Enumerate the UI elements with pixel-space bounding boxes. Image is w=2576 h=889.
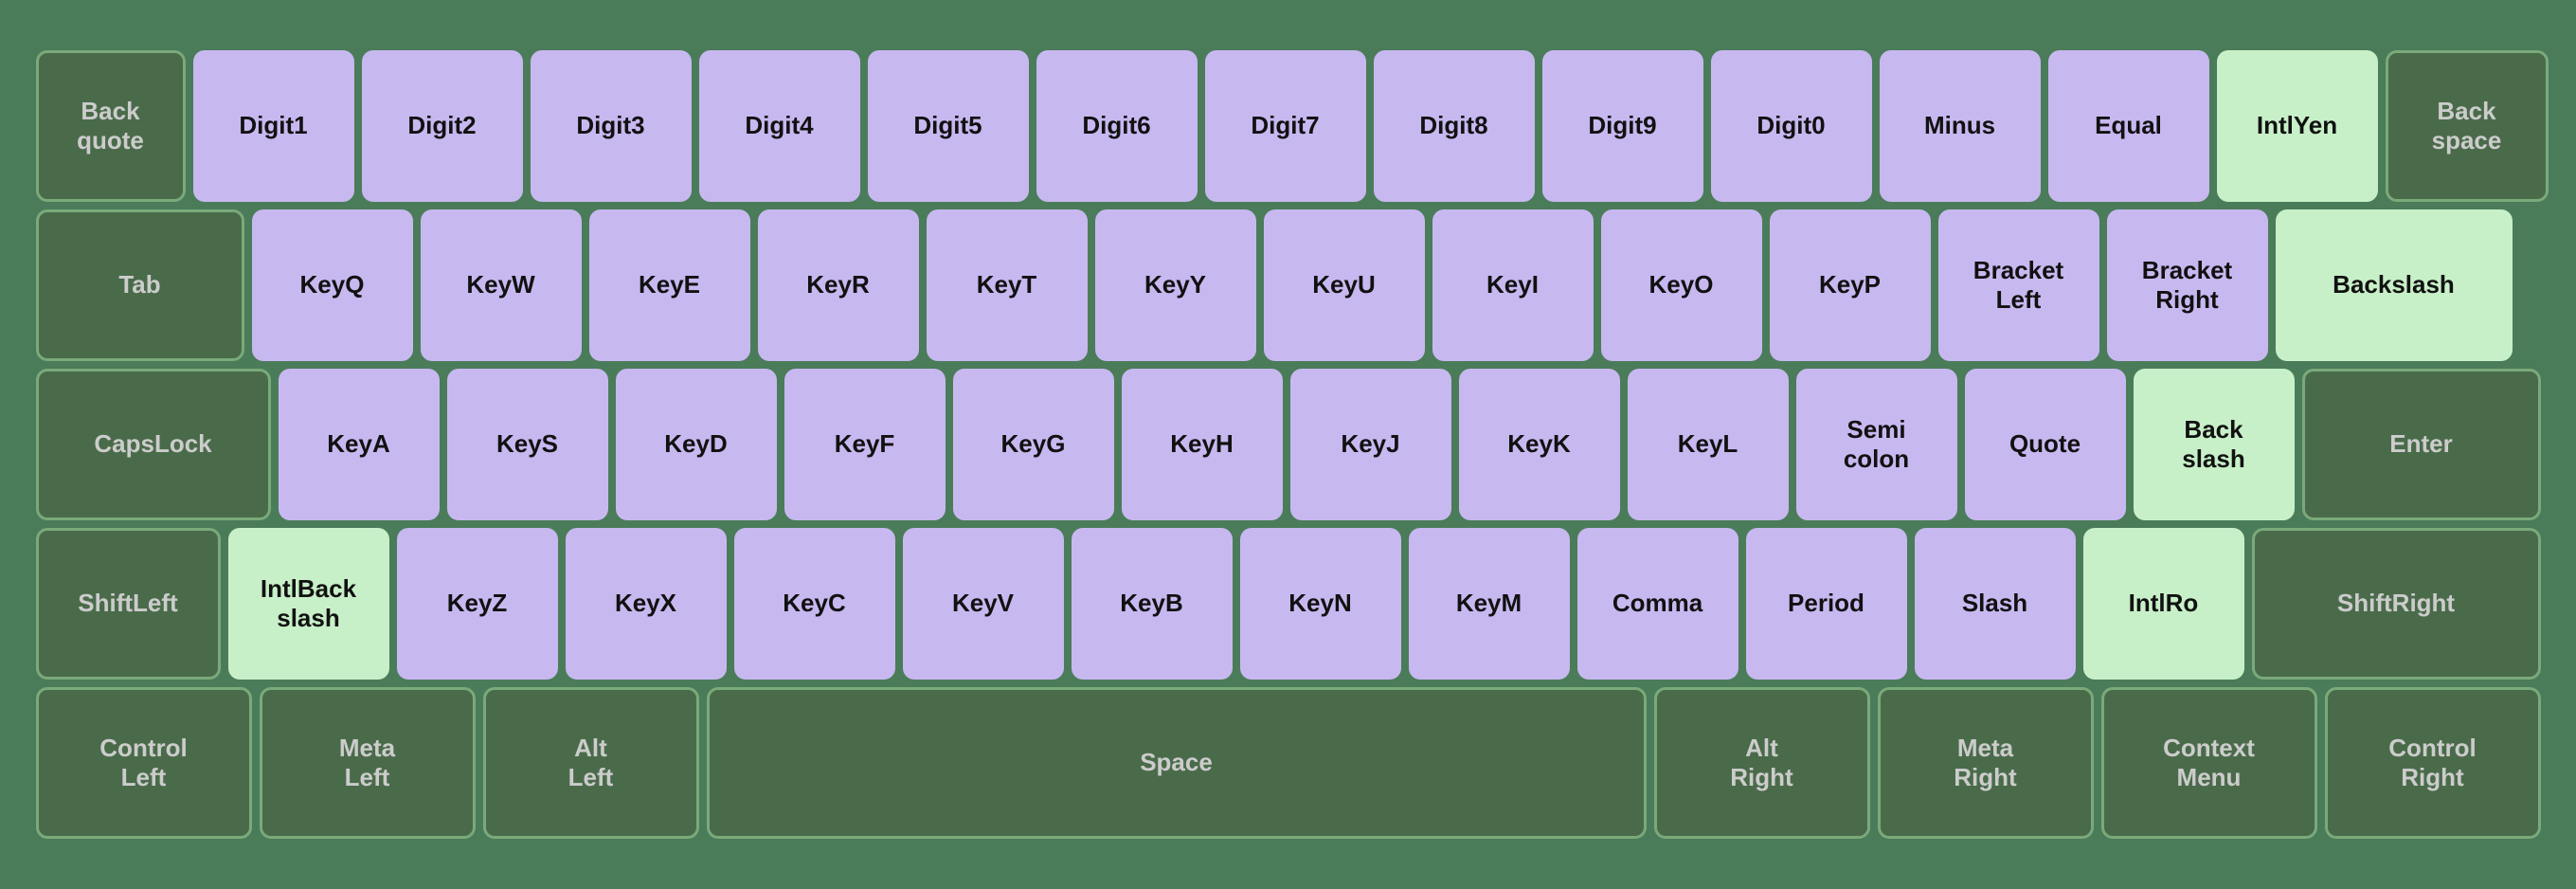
key-keys[interactable]: KeyS xyxy=(447,369,608,520)
key-keyr[interactable]: KeyR xyxy=(758,209,919,361)
key-keyb[interactable]: KeyB xyxy=(1072,528,1233,680)
key-keya[interactable]: KeyA xyxy=(279,369,440,520)
key-digit5[interactable]: Digit5 xyxy=(868,50,1029,202)
key-keyd[interactable]: KeyD xyxy=(616,369,777,520)
key-digit6[interactable]: Digit6 xyxy=(1036,50,1198,202)
key-digit8[interactable]: Digit8 xyxy=(1374,50,1535,202)
key-bracketright[interactable]: BracketRight xyxy=(2107,209,2268,361)
key-keyc[interactable]: KeyC xyxy=(734,528,895,680)
key-keyk[interactable]: KeyK xyxy=(1459,369,1620,520)
key-keyy[interactable]: KeyY xyxy=(1095,209,1256,361)
key-row-row5: ControlLeftMetaLeftAltLeftSpaceAltRightM… xyxy=(36,687,2541,839)
key-tab[interactable]: Tab xyxy=(36,209,244,361)
key-keyu[interactable]: KeyU xyxy=(1264,209,1425,361)
key-semicolon[interactable]: Semicolon xyxy=(1796,369,1957,520)
key-comma[interactable]: Comma xyxy=(1577,528,1738,680)
key-altleft[interactable]: AltLeft xyxy=(483,687,699,839)
key-keyn[interactable]: KeyN xyxy=(1240,528,1401,680)
key-digit0[interactable]: Digit0 xyxy=(1711,50,1872,202)
key-intlro[interactable]: IntlRo xyxy=(2083,528,2244,680)
key-keyt[interactable]: KeyT xyxy=(927,209,1088,361)
key-digit7[interactable]: Digit7 xyxy=(1205,50,1366,202)
key-keyl[interactable]: KeyL xyxy=(1628,369,1789,520)
key-keyj[interactable]: KeyJ xyxy=(1290,369,1451,520)
key-digit2[interactable]: Digit2 xyxy=(362,50,523,202)
key-backslash[interactable]: Backslash xyxy=(2276,209,2513,361)
key-digit4[interactable]: Digit4 xyxy=(699,50,860,202)
key-keym[interactable]: KeyM xyxy=(1409,528,1570,680)
key-shiftright[interactable]: ShiftRight xyxy=(2252,528,2541,680)
key-shiftleft[interactable]: ShiftLeft xyxy=(36,528,221,680)
key-row-row2: TabKeyQKeyWKeyEKeyRKeyTKeyYKeyUKeyIKeyOK… xyxy=(36,209,2541,361)
key-slash[interactable]: Slash xyxy=(1915,528,2076,680)
key-row-row3: CapsLockKeyAKeySKeyDKeyFKeyGKeyHKeyJKeyK… xyxy=(36,369,2541,520)
key-keyf[interactable]: KeyF xyxy=(784,369,946,520)
key-backslash2[interactable]: Backslash xyxy=(2134,369,2295,520)
key-keyq[interactable]: KeyQ xyxy=(252,209,413,361)
key-keyi[interactable]: KeyI xyxy=(1432,209,1594,361)
key-digit9[interactable]: Digit9 xyxy=(1542,50,1703,202)
key-keyp[interactable]: KeyP xyxy=(1770,209,1931,361)
key-keyv[interactable]: KeyV xyxy=(903,528,1064,680)
key-capslock[interactable]: CapsLock xyxy=(36,369,271,520)
key-row-row4: ShiftLeftIntlBackslashKeyZKeyXKeyCKeyVKe… xyxy=(36,528,2541,680)
key-quote[interactable]: Quote xyxy=(1965,369,2126,520)
key-controlright[interactable]: ControlRight xyxy=(2325,687,2541,839)
key-keyo[interactable]: KeyO xyxy=(1601,209,1762,361)
key-metaright[interactable]: MetaRight xyxy=(1878,687,2094,839)
key-minus[interactable]: Minus xyxy=(1880,50,2041,202)
key-bracketleft[interactable]: BracketLeft xyxy=(1938,209,2099,361)
key-keyx[interactable]: KeyX xyxy=(566,528,727,680)
key-metaleft[interactable]: MetaLeft xyxy=(260,687,476,839)
key-backquote[interactable]: Backquote xyxy=(36,50,186,202)
key-backspace[interactable]: Backspace xyxy=(2386,50,2549,202)
key-equal[interactable]: Equal xyxy=(2048,50,2209,202)
key-space[interactable]: Space xyxy=(707,687,1647,839)
key-keyh[interactable]: KeyH xyxy=(1122,369,1283,520)
key-row-row1: BackquoteDigit1Digit2Digit3Digit4Digit5D… xyxy=(36,50,2541,202)
key-digit1[interactable]: Digit1 xyxy=(193,50,354,202)
key-contextmenu[interactable]: ContextMenu xyxy=(2101,687,2317,839)
key-keye[interactable]: KeyE xyxy=(589,209,750,361)
key-intlbackslash[interactable]: IntlBackslash xyxy=(228,528,389,680)
key-intlyen[interactable]: IntlYen xyxy=(2217,50,2378,202)
key-keyw[interactable]: KeyW xyxy=(421,209,582,361)
key-enter[interactable]: Enter xyxy=(2302,369,2541,520)
key-digit3[interactable]: Digit3 xyxy=(531,50,692,202)
key-controlleft[interactable]: ControlLeft xyxy=(36,687,252,839)
key-keyg[interactable]: KeyG xyxy=(953,369,1114,520)
key-period[interactable]: Period xyxy=(1746,528,1907,680)
key-altright[interactable]: AltRight xyxy=(1654,687,1870,839)
keyboard: BackquoteDigit1Digit2Digit3Digit4Digit5D… xyxy=(19,33,2558,856)
key-keyz[interactable]: KeyZ xyxy=(397,528,558,680)
